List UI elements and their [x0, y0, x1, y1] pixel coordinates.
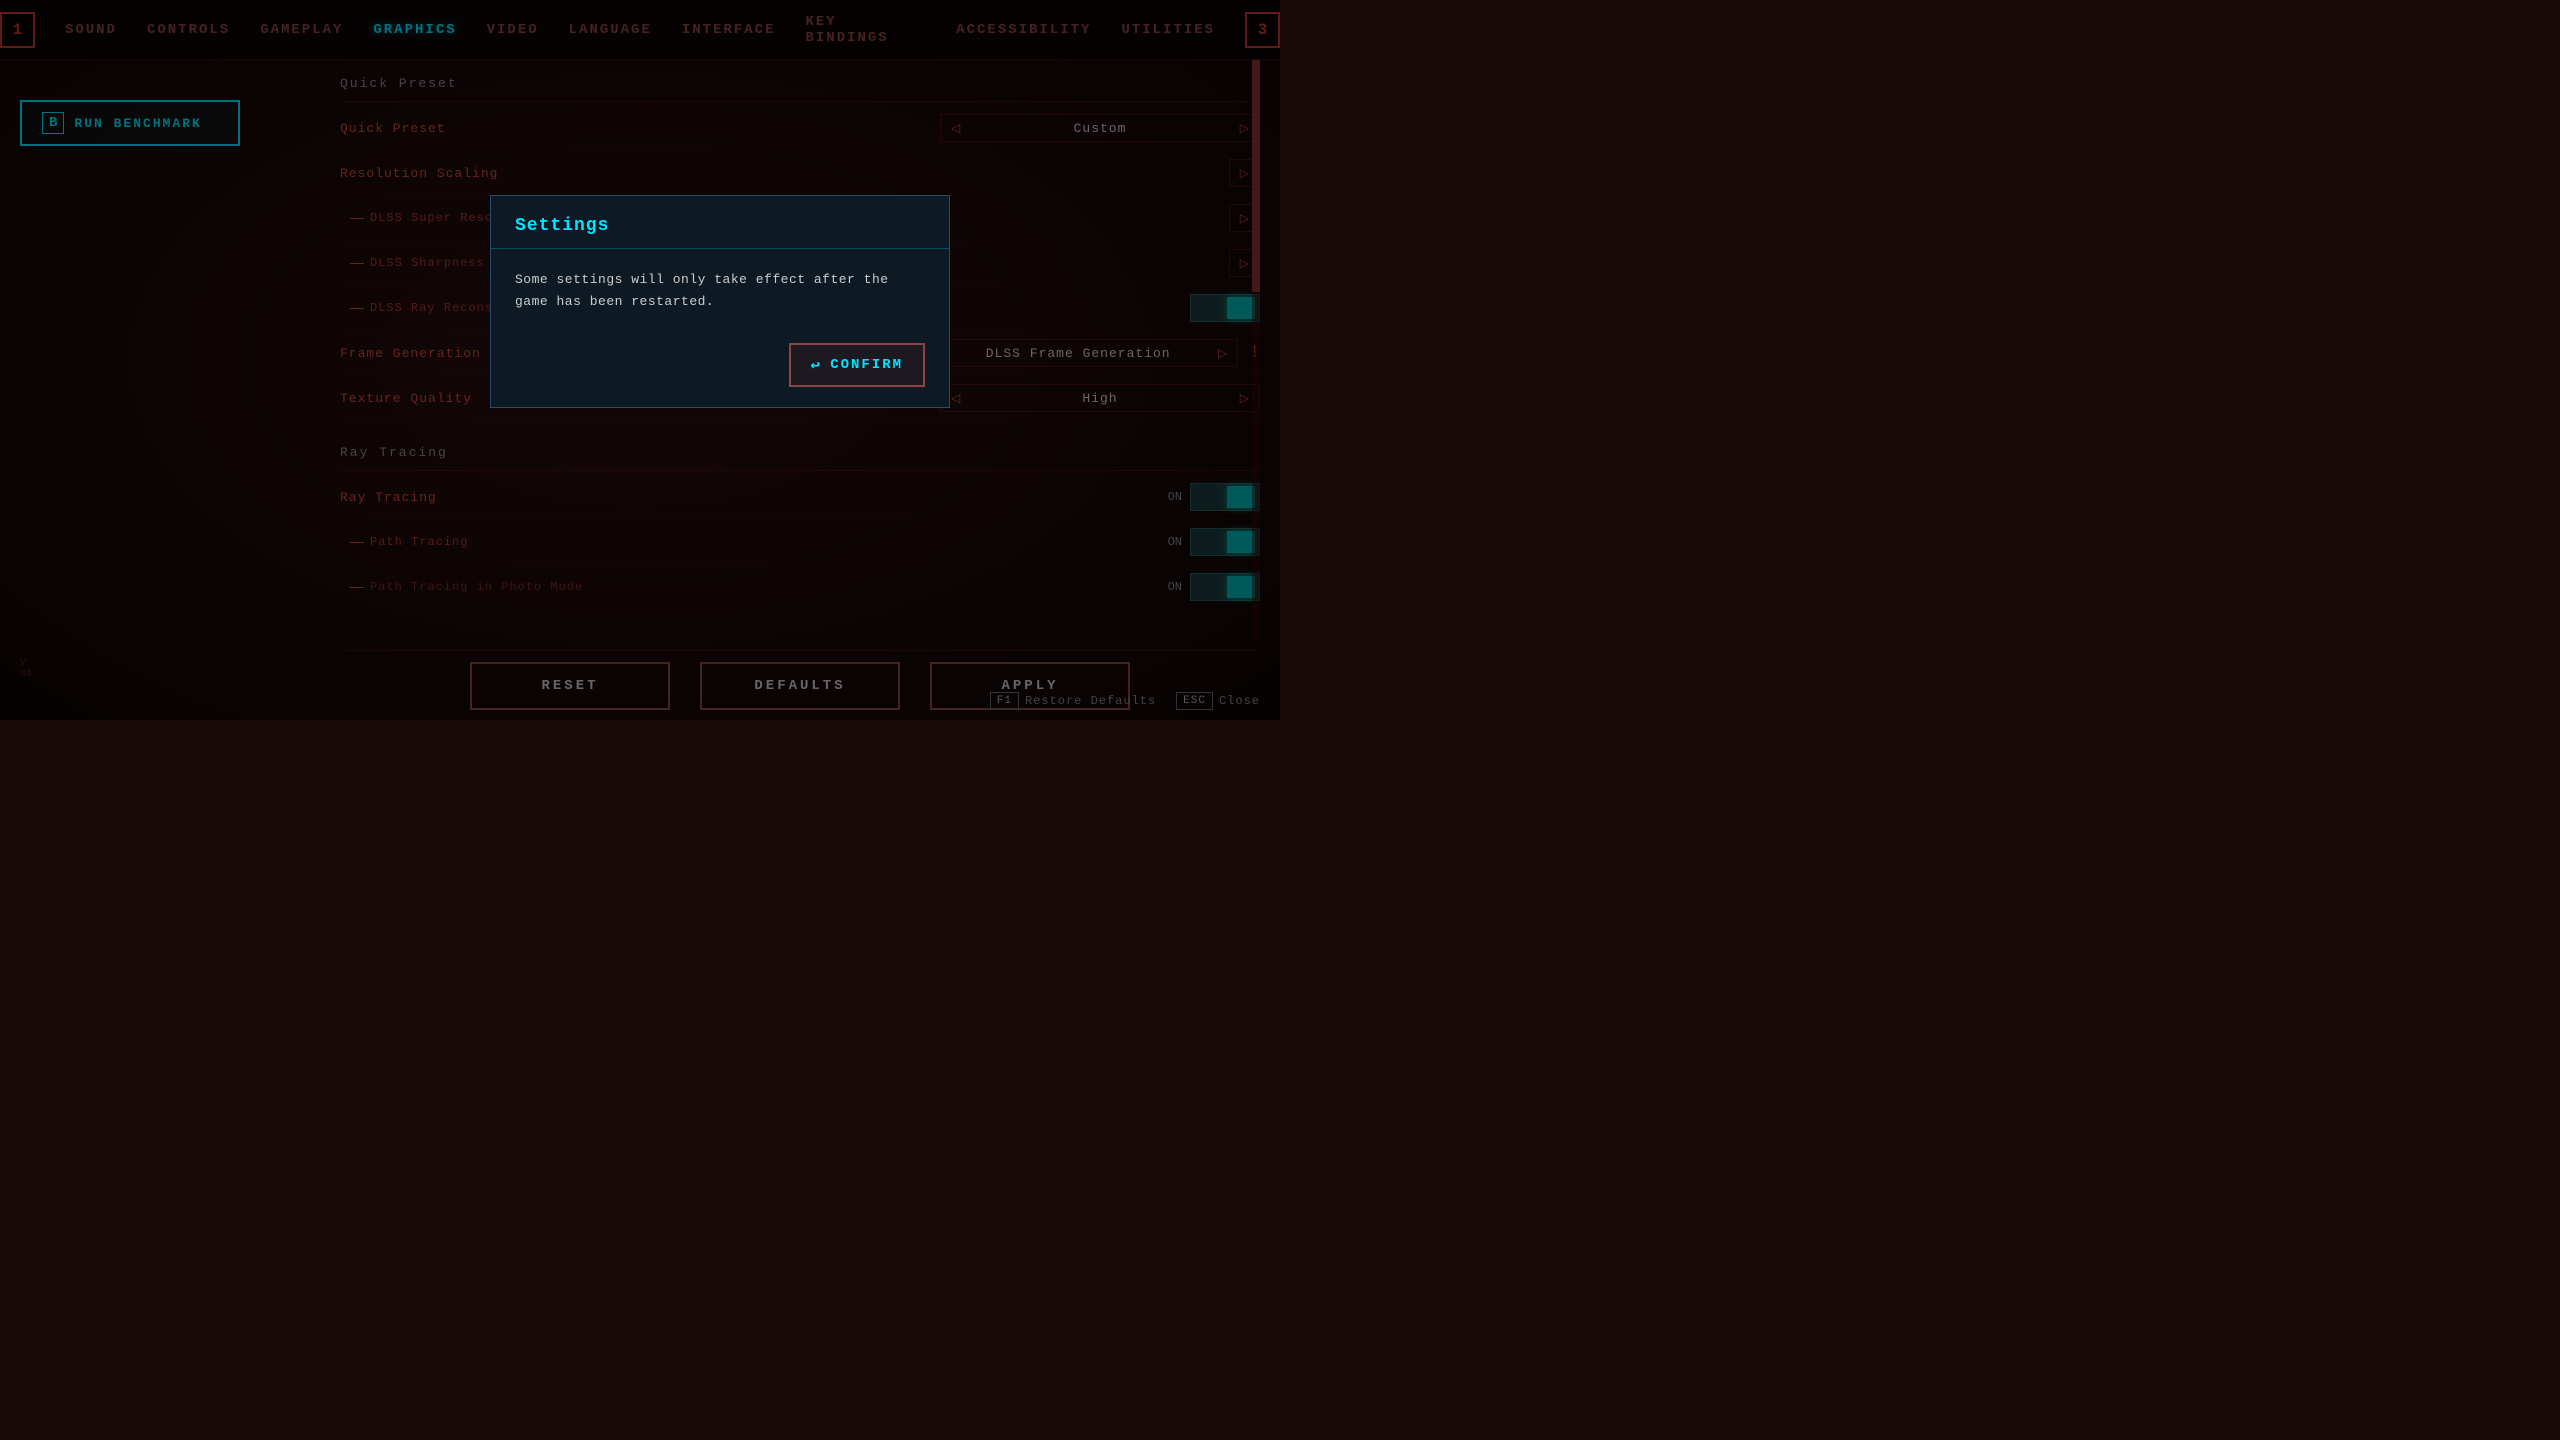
confirm-label: CONFIRM — [830, 357, 903, 373]
confirm-button[interactable]: ↩ CONFIRM — [789, 343, 925, 387]
modal-title: Settings — [491, 196, 949, 249]
modal-footer: ↩ CONFIRM — [491, 333, 949, 407]
settings-dialog: Settings Some settings will only take ef… — [490, 195, 950, 408]
modal-body: Some settings will only take effect afte… — [491, 249, 949, 333]
confirm-icon: ↩ — [811, 355, 823, 375]
modal-overlay: Settings Some settings will only take ef… — [0, 0, 1280, 720]
